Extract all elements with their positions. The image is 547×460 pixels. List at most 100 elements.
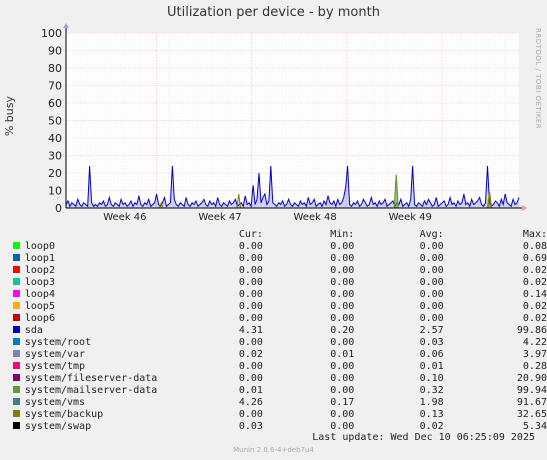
legend-cur: 0.00 <box>238 241 263 252</box>
legend-cur: 0.02 <box>238 349 263 360</box>
legend-swatch <box>13 326 20 333</box>
legend-row: system/backup 0.00 0.00 0.13 32.65 <box>13 409 547 421</box>
x-tick-labels: Week 46 Week 47 Week 48 Week 49 <box>103 212 432 223</box>
legend-series-name: loop5 <box>24 301 55 312</box>
legend-header-avg: Avg: <box>419 229 444 240</box>
legend-cur: 0.00 <box>238 361 263 372</box>
legend-swatch <box>13 266 20 273</box>
legend-row: loop2 0.00 0.00 0.00 0.02 <box>13 265 547 277</box>
legend-max: 0.02 <box>522 277 547 288</box>
legend-series-name: loop2 <box>24 265 55 276</box>
legend-series-name: system/tmp <box>24 361 86 372</box>
legend-avg: 0.00 <box>419 289 444 300</box>
legend-avg: 0.00 <box>419 265 444 276</box>
legend-min: 0.00 <box>330 337 355 348</box>
legend-max: 91.67 <box>516 397 547 408</box>
y-tick-label: 50 <box>48 115 62 128</box>
legend-min: 0.00 <box>330 409 355 420</box>
x-tick-label: Week 46 <box>103 212 146 223</box>
legend-swatch <box>13 242 20 249</box>
legend-min: 0.00 <box>330 277 355 288</box>
legend-avg: 0.03 <box>419 337 444 348</box>
y-tick-label: 20 <box>48 167 62 180</box>
legend-series-name: loop4 <box>24 289 55 300</box>
legend-series-name: loop0 <box>24 241 55 252</box>
legend-row: system/root 0.00 0.00 0.03 4.22 <box>13 337 547 349</box>
legend-series-name: system/swap <box>24 421 92 432</box>
legend-row: loop6 0.00 0.00 0.00 0.02 <box>13 313 547 325</box>
legend-row: system/tmp 0.00 0.00 0.01 0.28 <box>13 361 547 373</box>
legend-cur: 0.00 <box>238 289 263 300</box>
legend-cur: 0.01 <box>238 385 263 396</box>
legend-cur: 0.00 <box>238 277 263 288</box>
legend-max: 0.14 <box>522 289 547 300</box>
legend-avg: 0.00 <box>419 241 444 252</box>
legend-min: 0.00 <box>330 265 355 276</box>
legend-max: 99.86 <box>516 325 547 336</box>
legend-swatch <box>13 350 20 357</box>
y-tick-label: 70 <box>48 80 62 93</box>
legend-row: loop3 0.00 0.00 0.00 0.02 <box>13 277 547 289</box>
legend-series-name: system/backup <box>24 409 104 420</box>
legend-max: 0.28 <box>522 361 547 372</box>
legend-cur: 0.03 <box>238 421 263 432</box>
legend-cur: 0.00 <box>238 337 263 348</box>
legend-max: 0.69 <box>522 253 547 264</box>
legend-min: 0.00 <box>330 301 355 312</box>
legend-max: 32.65 <box>516 409 547 420</box>
legend-swatch <box>13 422 20 429</box>
y-tick-label: 10 <box>48 185 62 198</box>
x-axis-arrow <box>522 205 527 211</box>
legend-cur: 4.26 <box>238 397 263 408</box>
legend-max: 0.08 <box>522 241 547 252</box>
legend-row: system/mailserver-data 0.01 0.00 0.32 99.94 <box>13 385 547 397</box>
legend-row: loop0 0.00 0.00 0.00 0.08 <box>13 241 547 253</box>
y-tick-label: 60 <box>48 97 62 110</box>
legend-series-name: system/vms <box>24 397 86 408</box>
legend-cur: 0.00 <box>238 373 263 384</box>
legend-min: 0.00 <box>330 253 355 264</box>
legend-max: 20.90 <box>516 373 547 384</box>
legend-row: system/var 0.02 0.01 0.06 3.97 <box>13 349 547 361</box>
legend-swatch <box>13 386 20 393</box>
legend-swatch <box>13 254 20 261</box>
legend-max: 0.02 <box>522 265 547 276</box>
legend-avg: 0.13 <box>419 409 444 420</box>
legend-swatch <box>13 338 20 345</box>
legend-max: 0.02 <box>522 301 547 312</box>
y-tick-label: 80 <box>48 62 62 75</box>
legend-avg: 0.32 <box>419 385 444 396</box>
legend-swatch <box>13 362 20 369</box>
legend-cur: 0.00 <box>238 409 263 420</box>
legend-series-name: sda <box>24 325 43 336</box>
y-tick-label: 40 <box>48 132 62 145</box>
legend-avg: 1.98 <box>419 397 444 408</box>
chart-plot: 0102030405060708090100 Week 46 Week 47 Wee… <box>41 23 527 223</box>
legend-cur: 0.00 <box>238 265 263 276</box>
legend-row: loop5 0.00 0.00 0.00 0.02 <box>13 301 547 313</box>
y-tick-label: 100 <box>41 27 62 40</box>
legend-swatch <box>13 314 20 321</box>
legend-cur: 0.00 <box>238 253 263 264</box>
legend-avg: 0.00 <box>419 277 444 288</box>
last-update-text: Last update: Wed Dec 10 06:25:09 2025 <box>312 432 535 443</box>
legend-row: system/fileserver-data 0.00 0.00 0.10 20.90 <box>13 373 547 385</box>
legend-min: 0.00 <box>330 313 355 324</box>
legend-swatch <box>13 302 20 309</box>
x-tick-label: Week 48 <box>293 212 336 223</box>
legend-cur: 4.31 <box>238 325 263 336</box>
legend-series-name: system/fileserver-data <box>24 373 158 384</box>
legend-max: 3.97 <box>522 349 547 360</box>
legend-row: loop4 0.00 0.00 0.00 0.14 <box>13 289 547 301</box>
legend-min: 0.17 <box>330 397 355 408</box>
legend-max: 0.02 <box>522 313 547 324</box>
legend-cur: 0.00 <box>238 313 263 324</box>
legend-avg: 2.57 <box>419 325 444 336</box>
legend-swatch <box>13 410 20 417</box>
legend-avg: 0.10 <box>419 373 444 384</box>
legend-swatch <box>13 278 20 285</box>
legend-min: 0.01 <box>330 349 355 360</box>
legend-avg: 0.00 <box>419 253 444 264</box>
legend-row: loop1 0.00 0.00 0.00 0.69 <box>13 253 547 265</box>
legend-min: 0.00 <box>330 385 355 396</box>
